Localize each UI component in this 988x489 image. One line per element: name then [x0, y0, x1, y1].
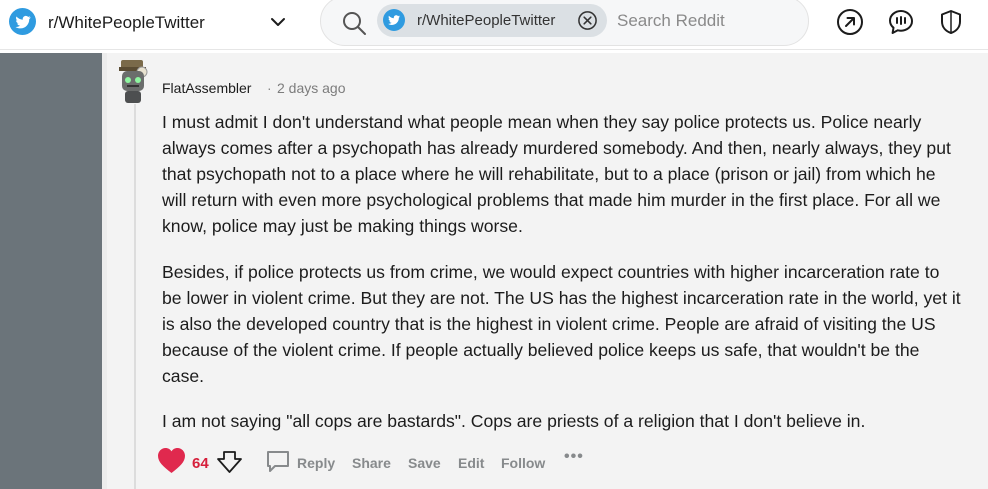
vote-score: 64 [192, 455, 209, 472]
subreddit-bird-icon[interactable] [9, 8, 36, 35]
upvote-heart-icon[interactable] [157, 447, 186, 474]
avatar[interactable] [116, 58, 150, 104]
reply-button[interactable]: Reply [297, 455, 335, 471]
search-input[interactable] [617, 8, 797, 34]
search-scope-chip[interactable]: r/WhitePeopleTwitter [377, 4, 607, 37]
chat-icon[interactable] [887, 8, 915, 36]
thread-line[interactable] [134, 104, 136, 489]
close-icon[interactable] [577, 10, 598, 31]
save-button[interactable]: Save [408, 455, 441, 471]
search-icon [343, 12, 366, 35]
meta-separator: · [267, 80, 272, 96]
share-button[interactable]: Share [352, 455, 391, 471]
downvote-icon[interactable] [216, 450, 243, 474]
reply-icon[interactable] [265, 449, 291, 474]
arrow-up-right-icon[interactable] [836, 8, 864, 36]
comment-timestamp[interactable]: 2 days ago [277, 80, 346, 96]
edit-button[interactable]: Edit [458, 455, 484, 471]
shield-icon[interactable] [937, 8, 965, 36]
comment-author[interactable]: FlatAssembler [162, 80, 251, 96]
top-bar: r/WhitePeopleTwitter r/WhitePeopleTwitte… [0, 0, 988, 50]
chevron-down-icon[interactable] [268, 12, 288, 32]
search-chip-label: r/WhitePeopleTwitter [417, 12, 556, 29]
search-bar[interactable]: r/WhitePeopleTwitter [320, 0, 809, 46]
comment-paragraph: I am not saying "all cops are bastards".… [162, 411, 866, 431]
subreddit-name[interactable]: r/WhitePeopleTwitter [48, 13, 205, 33]
comment-paragraph: Besides, if police protects us from crim… [162, 262, 961, 386]
comment-paragraph: I must admit I don't understand what peo… [162, 112, 951, 236]
left-sidebar-strip [0, 53, 102, 489]
subreddit-bird-icon [383, 9, 405, 31]
more-options-button[interactable]: ••• [564, 448, 584, 466]
follow-button[interactable]: Follow [501, 455, 545, 471]
